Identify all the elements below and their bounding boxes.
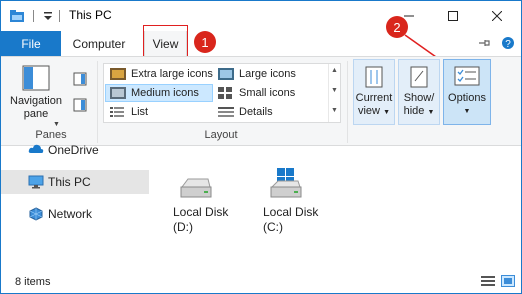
close-button[interactable] bbox=[475, 1, 519, 31]
current-view-icon bbox=[365, 66, 383, 88]
tab-file[interactable]: File bbox=[1, 31, 61, 56]
options-button[interactable]: Options ▼ bbox=[443, 59, 491, 125]
details-view-icon[interactable] bbox=[481, 275, 495, 287]
show-hide-label-2-text: hide bbox=[403, 105, 425, 117]
layout-extra-large-icons[interactable]: Extra large icons bbox=[106, 65, 216, 83]
maximize-button[interactable] bbox=[431, 1, 475, 31]
current-view-dropdown-icon: ▼ bbox=[383, 109, 390, 116]
scroll-up-icon[interactable]: ▲ bbox=[331, 67, 338, 74]
nav-item-onedrive[interactable]: OneDrive bbox=[1, 143, 149, 161]
navigation-pane-icon bbox=[22, 65, 50, 91]
layout-list[interactable]: List bbox=[106, 103, 212, 121]
drive-item-c[interactable]: Local Disk (C:) bbox=[263, 167, 333, 235]
show-hide-icon bbox=[410, 66, 428, 88]
layout-details[interactable]: Details bbox=[214, 103, 326, 121]
details-pane-icon[interactable] bbox=[73, 98, 87, 112]
view-tab-highlight bbox=[143, 25, 188, 59]
scroll-down-icon[interactable]: ▼ bbox=[331, 87, 338, 94]
current-view-text: Current view ▼ bbox=[354, 92, 394, 119]
ribbon: Navigation pane ▼ Panes Extra large icon… bbox=[1, 56, 521, 146]
layout-item-label: Extra large icons bbox=[131, 68, 213, 80]
show-hide-label-1: Show/ bbox=[403, 92, 435, 104]
small-icons-icon bbox=[218, 87, 234, 99]
drive-letter: (C:) bbox=[263, 220, 283, 234]
layout-small-icons[interactable]: Small icons bbox=[214, 84, 326, 102]
options-icon bbox=[454, 66, 480, 86]
navigation-pane-label-1: Navigation bbox=[10, 95, 62, 107]
ribbon-separator bbox=[347, 61, 348, 143]
show-hide-dropdown-icon: ▼ bbox=[427, 109, 435, 116]
step-badge-1: 1 bbox=[194, 31, 216, 53]
list-icon bbox=[110, 106, 126, 118]
explorer-window: This PC File Computer View ? 1 2 Navigat… bbox=[0, 0, 522, 294]
large-icons-icon bbox=[218, 68, 234, 80]
preview-pane-icon[interactable] bbox=[73, 72, 87, 86]
drive-name: Local Disk bbox=[173, 205, 229, 219]
nav-item-this-pc[interactable]: This PC bbox=[1, 170, 149, 194]
options-label: Options bbox=[448, 92, 486, 104]
network-icon bbox=[28, 207, 44, 221]
folder-app-icon[interactable] bbox=[9, 9, 25, 23]
layout-item-label: Large icons bbox=[239, 68, 296, 80]
tab-computer[interactable]: Computer bbox=[63, 31, 135, 56]
layout-group-label: Layout bbox=[204, 129, 238, 141]
status-item-count: 8 items bbox=[15, 276, 51, 288]
hard-drive-icon bbox=[179, 173, 243, 203]
layout-medium-icons[interactable]: Medium icons bbox=[105, 84, 213, 102]
details-icon bbox=[218, 106, 234, 118]
nav-item-network[interactable]: Network bbox=[1, 202, 149, 226]
drive-letter: (D:) bbox=[173, 220, 193, 234]
help-icon[interactable]: ? bbox=[501, 36, 515, 50]
navigation-pane-button[interactable]: Navigation pane ▼ bbox=[5, 63, 67, 128]
cloud-icon bbox=[28, 144, 44, 154]
extra-large-icons-icon bbox=[110, 68, 126, 80]
layout-item-label: List bbox=[131, 106, 149, 118]
close-icon bbox=[492, 11, 502, 21]
nav-item-label: This PC bbox=[48, 175, 91, 189]
medium-icons-icon bbox=[110, 87, 126, 99]
layout-large-icons[interactable]: Large icons bbox=[214, 65, 326, 83]
show-hide-label-2: hide ▼ bbox=[399, 105, 439, 119]
layout-gallery-scroll[interactable]: ▲ ▼ ▼ bbox=[328, 64, 340, 122]
titlebar-divider bbox=[33, 10, 34, 22]
drive-item-d[interactable]: Local Disk (D:) bbox=[173, 173, 243, 235]
ribbon-separator bbox=[97, 61, 98, 143]
drive-name: Local Disk bbox=[263, 205, 319, 219]
current-view-label-1: Current bbox=[355, 92, 393, 104]
current-view-label-2: view ▼ bbox=[354, 105, 394, 119]
panes-group-label: Panes bbox=[35, 129, 67, 141]
options-dropdown-icon: ▼ bbox=[463, 108, 471, 115]
expand-gallery-icon[interactable]: ▼ bbox=[331, 107, 338, 114]
layout-item-label: Details bbox=[239, 106, 273, 118]
windows-drive-icon bbox=[269, 167, 333, 203]
titlebar-divider bbox=[59, 10, 60, 22]
layout-gallery: Extra large icons Large icons Medium ico… bbox=[103, 63, 341, 123]
nav-item-label: Network bbox=[48, 207, 93, 221]
show-hide-button[interactable]: Show/ hide ▼ bbox=[398, 59, 440, 125]
nav-item-label: OneDrive bbox=[48, 143, 99, 157]
svg-text:?: ? bbox=[505, 39, 511, 50]
layout-item-label: Small icons bbox=[239, 87, 296, 99]
current-view-label-2-text: view bbox=[357, 105, 380, 117]
current-view-button[interactable]: Current view ▼ bbox=[353, 59, 395, 125]
show-hide-text: Show/ hide ▼ bbox=[399, 92, 439, 119]
quick-access-dropdown-icon[interactable] bbox=[43, 10, 53, 22]
pin-ribbon-icon[interactable] bbox=[477, 36, 491, 50]
window-title: This PC bbox=[69, 8, 112, 22]
maximize-icon bbox=[448, 11, 458, 21]
layout-item-label: Medium icons bbox=[131, 87, 199, 99]
large-icons-view-icon[interactable] bbox=[501, 275, 515, 287]
computer-icon bbox=[28, 175, 44, 189]
title-bar: This PC bbox=[1, 1, 521, 31]
options-text: Options ▼ bbox=[444, 92, 490, 118]
